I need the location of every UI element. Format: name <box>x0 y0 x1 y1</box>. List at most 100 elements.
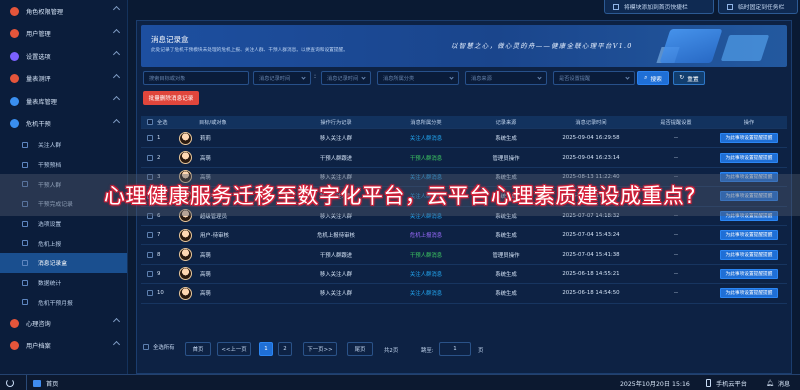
prev-page-button[interactable]: <<上一页 <box>217 342 251 356</box>
column-header: 消息记录时间 <box>575 119 607 126</box>
row-checkbox[interactable] <box>147 135 153 142</box>
monitor-icon <box>613 3 619 10</box>
row-number: 9 <box>157 270 161 277</box>
row-select[interactable]: 1 <box>147 129 177 147</box>
sidebar-subitem[interactable]: 危机干预月报 <box>0 293 127 313</box>
row-checkbox[interactable] <box>147 154 153 161</box>
chevron-down-icon <box>625 75 630 80</box>
date-start-input[interactable]: 消息记录时间 <box>253 71 311 85</box>
gear-icon <box>10 51 19 61</box>
target-cell: 高萌 <box>179 148 289 166</box>
sidebar-item[interactable]: 角色权限管理 <box>0 0 127 23</box>
sidebar-item[interactable]: 危机干预 <box>0 113 127 136</box>
sidebar-item[interactable]: 用户管理 <box>0 23 127 46</box>
action-cell: 移入关注人群 <box>319 136 353 143</box>
remind-select[interactable]: 是否设置提醒 <box>553 71 635 85</box>
remind-cell: -- <box>674 270 678 277</box>
clipboard-icon <box>10 74 19 84</box>
table-row[interactable]: 10 高萌 移入关注人群 关注人群消息 系统生成 2025-06-18 14:54:50 -… <box>141 284 787 304</box>
jump-page-input[interactable]: 1 <box>439 342 471 356</box>
sidebar-item[interactable]: 设置选项 <box>0 45 127 68</box>
row-select[interactable]: 8 <box>147 245 177 263</box>
pin-taskbar-button[interactable]: 临时固定到任务栏 <box>718 0 798 14</box>
op-cell: 为此事项设置提醒提醒 <box>711 129 787 147</box>
row-select[interactable]: 7 <box>147 226 177 244</box>
target-cell: 高萌 <box>179 265 289 283</box>
row-checkbox[interactable] <box>147 270 153 277</box>
table-row[interactable]: 7 用户-待审核 危机上报待审核 危机上报消息 系统生成 2025-07-04 15:43… <box>141 226 787 246</box>
next-page-button[interactable]: 下一页>> <box>303 342 337 356</box>
target-name: 高萌 <box>200 155 211 162</box>
last-page-button[interactable]: 尾页 <box>347 342 373 356</box>
action-cell: 危机上报待审核 <box>317 233 355 240</box>
row-select[interactable]: 10 <box>147 284 177 302</box>
quick-add-label: 将模块添加到首页快捷栏 <box>624 5 688 11</box>
home-button[interactable]: 首页 <box>26 375 58 390</box>
row-checkbox[interactable] <box>147 232 153 239</box>
set-reminder-button[interactable]: 为此事项设置提醒提醒 <box>720 268 778 279</box>
table-row[interactable]: 9 高萌 移入关注人群 关注人群消息 系统生成 2025-06-18 14:55:21 --… <box>141 265 787 285</box>
search-button[interactable]: ⌕ 搜索 <box>637 71 669 85</box>
menu-icon <box>22 161 28 168</box>
set-reminder-button[interactable]: 为此事项设置提醒提醒 <box>720 288 778 299</box>
source-cell: 管理员操作 <box>492 155 520 162</box>
table-row[interactable]: 1 莉莉 移入关注人群 关注人群消息 系统生成 2025-09-04 16:29:58 --… <box>141 129 787 149</box>
select-all-checkbox[interactable]: 全选所有 <box>143 343 175 351</box>
target-search-input[interactable]: 搜索目标或对象 <box>143 71 249 85</box>
quick-add-button[interactable]: 将模块添加到首页快捷栏 <box>604 0 714 14</box>
power-button[interactable] <box>6 375 14 390</box>
avatar <box>179 151 192 165</box>
sidebar-subitem[interactable]: 干预预档 <box>0 155 127 175</box>
filter-bar: 搜索目标或对象 消息记录时间 : 消息记录时间 消息所属分类 消息来源 是否设置… <box>141 69 787 89</box>
page-2-button[interactable]: 2 <box>278 342 292 356</box>
set-reminder-button[interactable]: 为此事项设置提醒提醒 <box>720 152 778 163</box>
table-row[interactable]: 2 高萌 干预人群跟进 干预人群消息 管理员操作 2025-09-04 16:23:14 -… <box>141 148 787 168</box>
sidebar-item[interactable]: 用户档案 <box>0 335 127 358</box>
heart-icon <box>10 318 19 328</box>
header-cell: 目标/或对象 <box>199 116 279 128</box>
sidebar-subitem[interactable]: 关注人群 <box>0 135 127 155</box>
row-select[interactable]: 2 <box>147 148 177 166</box>
banner-slogan: 以智慧之心，做心灵的舟——健康全联心理平台V1.0 <box>451 42 633 50</box>
source-select[interactable]: 消息来源 <box>465 71 547 85</box>
select-all-checkbox[interactable] <box>147 119 153 125</box>
set-reminder-button[interactable]: 为此事项设置提醒提醒 <box>720 230 778 241</box>
row-number: 7 <box>157 232 161 239</box>
row-checkbox[interactable] <box>147 290 153 297</box>
banner: 消息记录盒 此处记录了危机干预模块未处理的危机上报、关注人群、干预人群消息。以便… <box>141 25 787 67</box>
sidebar-subitem-label: 数据统计 <box>38 281 62 288</box>
target-cell: 高萌 <box>179 245 289 263</box>
mobile-platform-button[interactable]: 手机云平台 <box>706 375 747 390</box>
category-select[interactable]: 消息所属分类 <box>377 71 459 85</box>
batch-delete-button[interactable]: 批量删除消息记录 <box>143 91 199 105</box>
sidebar-subitem[interactable]: 数据统计 <box>0 273 127 293</box>
set-reminder-button[interactable]: 为此事项设置提醒提醒 <box>720 249 778 260</box>
total-pages: 共2页 <box>384 348 399 354</box>
pagination: 全选所有 首页 <<上一页 1 2 下一页>> 尾页 共2页 跳至: 1 页 <box>141 339 787 359</box>
target-name: 高萌 <box>200 252 211 259</box>
sidebar-subitem[interactable]: 消息记录盒 <box>0 253 127 273</box>
sidebar-item-label: 量表测评 <box>26 76 51 84</box>
source-cell: 系统生成 <box>495 271 517 278</box>
avatar <box>179 286 192 300</box>
sidebar-subitem-label: 危机干预月报 <box>38 300 73 307</box>
chevron-icon <box>112 340 121 348</box>
sidebar-item[interactable]: 量表测评 <box>0 68 127 91</box>
sidebar-subitem[interactable]: 选项设置 <box>0 214 127 234</box>
row-checkbox[interactable] <box>147 251 153 258</box>
first-page-button[interactable]: 首页 <box>185 342 211 356</box>
message-button[interactable]: 🔔︎ 消息 <box>766 375 790 390</box>
sidebar-subitem-label: 选项设置 <box>38 222 62 229</box>
reset-button[interactable]: ↻ 重置 <box>673 71 705 85</box>
set-reminder-button[interactable]: 为此事项设置提醒提醒 <box>720 133 778 144</box>
date-end-input[interactable]: 消息记录时间 <box>321 71 371 85</box>
sidebar-item[interactable]: 量表库管理 <box>0 90 127 113</box>
table-row[interactable]: 8 高萌 干预人群跟进 干预人群消息 管理员操作 2025-07-04 15:41:38 -… <box>141 245 787 265</box>
sidebar-item-label: 用户档案 <box>26 343 51 351</box>
page-1-button[interactable]: 1 <box>259 342 273 356</box>
action-cell: 干预人群跟进 <box>319 155 353 162</box>
row-select[interactable]: 9 <box>147 265 177 283</box>
sidebar-subitem[interactable]: 危机上报 <box>0 233 127 253</box>
sidebar-item[interactable]: 心理咨询 <box>0 312 127 335</box>
target-cell: 高萌 <box>179 284 289 302</box>
